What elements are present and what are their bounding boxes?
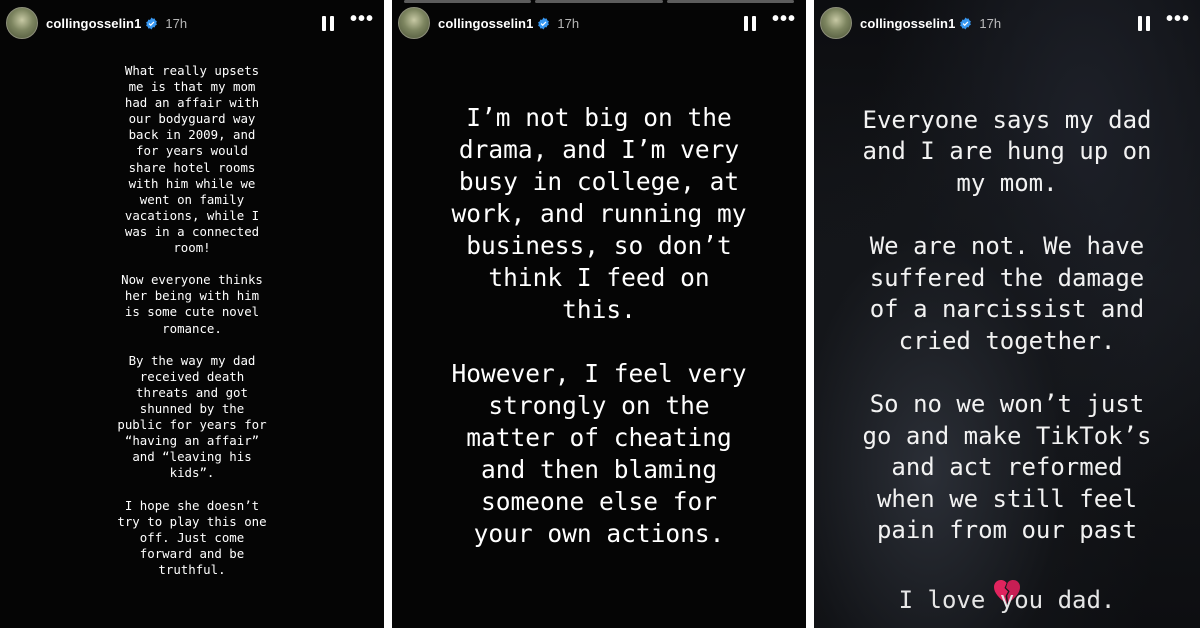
verified-badge-icon [538, 17, 550, 29]
story-panel-3[interactable]: collingosselin1 17h ••• Everyone says my… [814, 0, 1200, 628]
avatar[interactable] [820, 7, 852, 39]
story-progress-bar [404, 0, 794, 3]
avatar[interactable] [398, 7, 430, 39]
story-text: What really upsets me is that my mom had… [117, 63, 267, 577]
story-panel-1[interactable]: collingosselin1 17h ••• What really upse… [0, 0, 384, 628]
post-time: 17h [979, 15, 1002, 31]
avatar[interactable] [6, 7, 38, 39]
story-text: Everyone says my dad and I are hung up o… [814, 73, 1200, 628]
verified-badge-icon [960, 17, 972, 29]
story-header: collingosselin1 17h ••• [6, 6, 374, 40]
story-text-body: Everyone says my dad and I are hung up o… [862, 105, 1152, 545]
closing-text: I love you dad. [898, 586, 1116, 614]
story-text: I’m not big on the drama, and I’m very b… [451, 103, 747, 548]
story-panel-2[interactable]: collingosselin1 17h ••• I’m not big on t… [392, 0, 806, 628]
username[interactable]: collingosselin1 [46, 16, 141, 31]
story-header: collingosselin1 17h ••• [398, 6, 796, 40]
verified-badge-icon [146, 17, 158, 29]
pause-icon[interactable] [1137, 15, 1150, 31]
post-time: 17h [557, 15, 580, 31]
pause-icon[interactable] [321, 15, 334, 31]
more-options-icon[interactable]: ••• [350, 9, 374, 29]
post-time: 17h [165, 15, 188, 31]
username[interactable]: collingosselin1 [438, 16, 533, 31]
more-options-icon[interactable]: ••• [772, 9, 796, 29]
story-header: collingosselin1 17h ••• [820, 6, 1190, 40]
pause-icon[interactable] [743, 15, 756, 31]
more-options-icon[interactable]: ••• [1166, 9, 1190, 29]
username[interactable]: collingosselin1 [860, 16, 955, 31]
